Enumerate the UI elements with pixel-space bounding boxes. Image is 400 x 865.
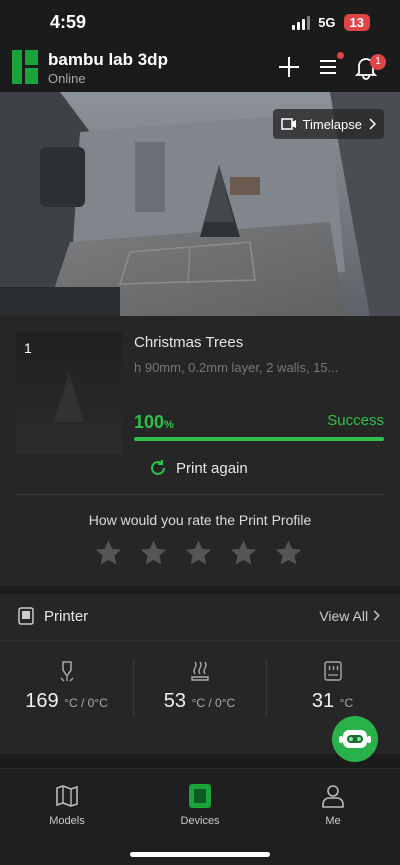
printer-status: Online bbox=[48, 71, 86, 86]
bed-temp-unit: °C / 0°C bbox=[191, 696, 236, 710]
view-all-button[interactable]: View All bbox=[319, 608, 380, 624]
bambu-logo-icon bbox=[12, 50, 38, 84]
status-bar: 4:59 5G 13 bbox=[0, 0, 400, 44]
print-job-card: 1 Christmas Trees h 90mm, 0.2mm layer, 2… bbox=[0, 316, 400, 586]
devices-icon bbox=[189, 784, 211, 808]
job-settings: h 90mm, 0.2mm layer, 2 walls, 15... bbox=[134, 360, 339, 375]
camera-view[interactable]: Timelapse bbox=[0, 92, 400, 316]
add-device-button[interactable] bbox=[276, 54, 302, 80]
signal-icon bbox=[292, 15, 311, 30]
star-icon bbox=[230, 540, 257, 565]
star-icon bbox=[140, 540, 167, 565]
chevron-right-icon bbox=[373, 610, 380, 621]
rating-star-4[interactable] bbox=[228, 538, 259, 569]
nozzle-temp[interactable]: 169 °C / 0°C bbox=[0, 660, 133, 724]
printer-section-title: Printer bbox=[44, 608, 89, 625]
app-header: bambu lab 3dp Online bbox=[0, 46, 400, 90]
tab-me[interactable]: Me bbox=[283, 783, 383, 827]
heatbed-icon bbox=[190, 661, 209, 681]
star-icon bbox=[275, 540, 302, 565]
progress-bar bbox=[134, 437, 384, 441]
rating-star-3[interactable] bbox=[183, 538, 214, 569]
video-camera-icon bbox=[280, 118, 296, 130]
bed-temp-value: 53 bbox=[163, 690, 187, 712]
robot-icon bbox=[339, 730, 371, 748]
tab-devices-label: Devices bbox=[180, 815, 220, 827]
chamber-temp-unit: °C bbox=[339, 696, 354, 710]
model-thumbnail[interactable]: 1 bbox=[16, 332, 122, 454]
nozzle-icon bbox=[60, 661, 73, 682]
chamber-icon bbox=[323, 661, 342, 681]
refresh-icon bbox=[151, 460, 165, 475]
status-time: 4:59 bbox=[50, 12, 87, 32]
job-title: Christmas Trees bbox=[134, 334, 244, 351]
divider bbox=[16, 494, 384, 495]
star-icon bbox=[185, 540, 212, 565]
timelapse-label: Timelapse bbox=[302, 116, 362, 132]
assistant-bot-button[interactable] bbox=[332, 716, 378, 762]
tab-models[interactable]: Models bbox=[17, 783, 117, 827]
chevron-right-icon bbox=[369, 118, 376, 130]
rating-stars bbox=[93, 538, 304, 569]
section-divider bbox=[0, 640, 400, 641]
network-type: 5G bbox=[318, 15, 336, 30]
nozzle-temp-unit: °C / 0°C bbox=[64, 696, 108, 710]
star-icon bbox=[95, 540, 122, 565]
chamber-temp-value: 31 bbox=[311, 690, 335, 712]
progress-unit: % bbox=[164, 419, 174, 431]
printer-icon bbox=[18, 607, 34, 625]
timelapse-button[interactable]: Timelapse bbox=[272, 109, 384, 139]
notification-badge: 1 bbox=[370, 54, 386, 70]
menu-button[interactable] bbox=[316, 52, 344, 80]
models-icon bbox=[56, 785, 78, 807]
rating-star-5[interactable] bbox=[273, 538, 304, 569]
job-status: Success bbox=[327, 412, 384, 429]
person-icon bbox=[322, 785, 344, 808]
print-again-label: Print again bbox=[176, 459, 248, 477]
plus-icon bbox=[279, 57, 299, 77]
tab-models-label: Models bbox=[49, 815, 85, 827]
bed-temp[interactable]: 53 °C / 0°C bbox=[133, 660, 266, 724]
printer-name[interactable]: bambu lab 3dp bbox=[48, 50, 168, 70]
progress-value: 100 bbox=[134, 412, 165, 432]
rating-star-1[interactable] bbox=[93, 538, 124, 569]
progress-fill bbox=[134, 437, 384, 441]
tree-silhouette-icon bbox=[54, 372, 84, 422]
home-indicator bbox=[130, 852, 270, 857]
status-indicators: 5G 13 bbox=[292, 14, 370, 31]
rating-prompt: How would you rate the Print Profile bbox=[88, 512, 312, 528]
tab-devices[interactable]: Devices bbox=[150, 783, 250, 827]
progress-percent: 100% bbox=[134, 412, 174, 433]
view-all-label: View All bbox=[319, 608, 369, 624]
tab-me-label: Me bbox=[325, 815, 341, 827]
menu-dot-indicator bbox=[337, 52, 344, 59]
nozzle-temp-value: 169 bbox=[25, 690, 59, 712]
bottom-tab-bar: Models Devices Me bbox=[0, 768, 400, 865]
rating-star-2[interactable] bbox=[138, 538, 169, 569]
print-again-button[interactable]: Print again bbox=[148, 458, 248, 478]
battery-level: 13 bbox=[343, 14, 370, 31]
chamber-temp[interactable]: 31 °C bbox=[266, 660, 399, 724]
